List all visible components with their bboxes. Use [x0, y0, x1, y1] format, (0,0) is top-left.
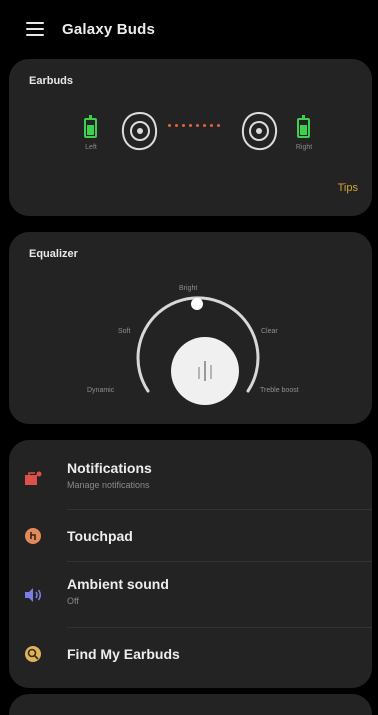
equalizer-handle[interactable]	[191, 298, 203, 310]
find-earbuds-icon	[23, 644, 43, 664]
earbuds-card[interactable]: Earbuds Left Right Tips	[9, 59, 372, 216]
menu-item-title: Touchpad	[67, 528, 133, 544]
menu-icon[interactable]	[26, 22, 44, 36]
menu-item-touchpad[interactable]: Touchpad	[9, 520, 372, 552]
eq-preset-bottom-left[interactable]: Dynamic	[87, 387, 114, 394]
right-battery-icon	[297, 115, 310, 138]
left-battery-icon	[84, 115, 97, 138]
menu-item-find-my-earbuds[interactable]: Find My Earbuds	[9, 638, 372, 670]
app-title: Galaxy Buds	[62, 20, 156, 38]
right-battery-label: Right	[295, 144, 313, 151]
top-bar: Galaxy Buds	[0, 0, 378, 58]
menu-item-subtitle: Off	[67, 596, 79, 606]
divider	[67, 627, 372, 628]
connection-dots-icon	[168, 124, 220, 127]
ambient-sound-icon	[23, 585, 43, 605]
equalizer-knob[interactable]	[171, 337, 239, 405]
left-battery-label: Left	[85, 144, 97, 151]
touchpad-icon	[23, 526, 43, 546]
next-section-card[interactable]	[9, 694, 372, 715]
eq-preset-top[interactable]: Bright	[179, 285, 197, 292]
menu-item-subtitle: Manage notifications	[67, 480, 150, 490]
menu-item-title: Ambient sound	[67, 576, 169, 592]
right-earbud-icon	[241, 111, 278, 151]
left-earbud-icon	[121, 111, 158, 151]
equalizer-bars-icon	[198, 361, 212, 381]
eq-preset-left[interactable]: Soft	[118, 328, 130, 335]
settings-menu-card: Notifications Manage notifications Touch…	[9, 440, 372, 688]
eq-preset-right[interactable]: Clear	[261, 328, 278, 335]
eq-preset-bottom-right[interactable]: Treble boost	[260, 387, 299, 394]
divider	[67, 509, 372, 510]
tips-link[interactable]: Tips	[338, 182, 358, 194]
divider	[67, 561, 372, 562]
notifications-icon	[23, 469, 43, 489]
menu-item-notifications[interactable]: Notifications Manage notifications	[9, 458, 372, 500]
menu-item-ambient-sound[interactable]: Ambient sound Off	[9, 572, 372, 618]
menu-item-title: Notifications	[67, 460, 152, 476]
earbuds-title: Earbuds	[29, 75, 74, 87]
menu-item-title: Find My Earbuds	[67, 646, 180, 662]
equalizer-card[interactable]: Equalizer Bright Soft Clear Dynamic Treb…	[9, 232, 372, 424]
